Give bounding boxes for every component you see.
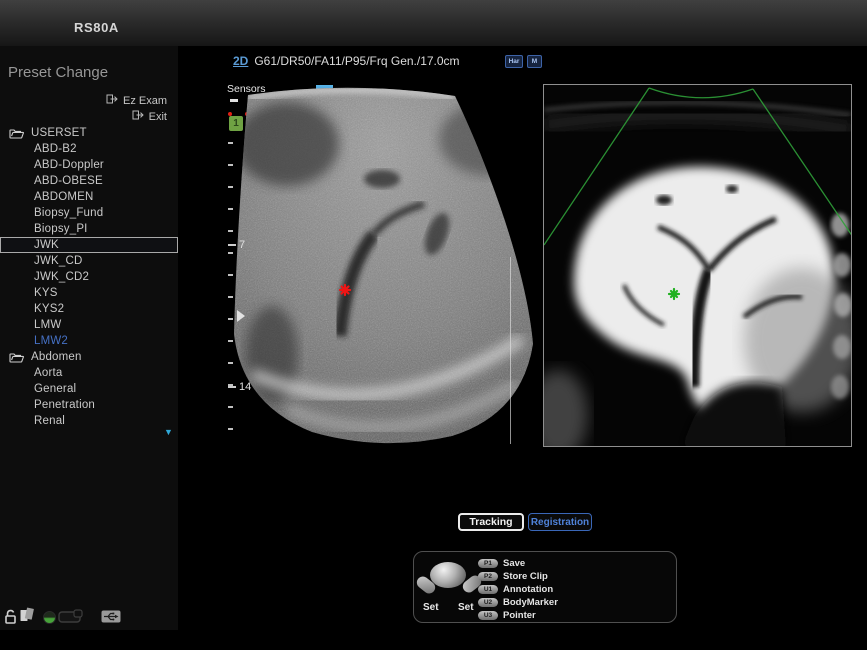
page-title: Preset Change	[8, 64, 108, 81]
softkey-row-save: P1 Save	[478, 558, 558, 568]
hardkey-badge: U1	[478, 585, 498, 594]
mode-2d-label[interactable]: 2D	[233, 54, 248, 68]
preset-item-label: LMW2	[34, 335, 68, 347]
set-left-label: Set	[423, 602, 439, 613]
control-legend-panel: Set Set P1 Save P2 Store Clip U1 Annotation U2…	[413, 551, 677, 623]
softkey-label: Annotation	[503, 584, 553, 595]
preset-item-abd-obese[interactable]: ABD-OBESE	[0, 173, 178, 189]
m-badge-icon: M	[527, 55, 542, 68]
depth-label-14: 14	[228, 381, 251, 393]
preset-item-general[interactable]: General	[0, 381, 178, 397]
sidebar: Preset Change Ez Exam Exit USERSET ABD-B2…	[0, 46, 178, 630]
system-model-title: RS80A	[74, 20, 119, 35]
preset-item-label: ABD-B2	[34, 143, 77, 155]
exit-label: Exit	[149, 111, 167, 123]
preset-tree: USERSET ABD-B2 ABD-Doppler ABD-OBESE ABDOMEN…	[0, 125, 178, 429]
reference-scan-line	[510, 257, 511, 444]
preset-item-label: JWK_CD2	[34, 271, 89, 283]
parameter-string: G61/DR50/FA11/P95/Frq Gen./17.0cm	[254, 54, 459, 68]
depth-label-7: 7	[228, 239, 245, 251]
mri-image[interactable]	[544, 85, 851, 446]
depth-ruler	[228, 142, 233, 438]
preset-item-label: KYS	[34, 287, 58, 299]
folder-icon	[9, 352, 24, 363]
ez-exam-label: Ez Exam	[123, 95, 167, 107]
hardkey-badge: U2	[478, 598, 498, 607]
preset-item-userset[interactable]: USERSET	[0, 125, 178, 141]
preset-item-renal[interactable]: Renal	[0, 413, 178, 429]
preset-item-label: ABD-Doppler	[34, 159, 104, 171]
preset-item-label: Abdomen	[31, 351, 82, 363]
preset-item-label: Renal	[34, 415, 65, 427]
softkey-row-store-clip: P2 Store Clip	[478, 571, 558, 581]
preset-item-label: Biopsy_Fund	[34, 207, 103, 219]
preset-item-jwk[interactable]: JWK	[0, 237, 178, 253]
top-bar: RS80A	[0, 0, 867, 46]
folder-icon	[9, 128, 24, 139]
softkey-label: Pointer	[503, 610, 536, 621]
softkey-row-pointer: U3 Pointer	[478, 610, 558, 620]
preset-item-biopsy-pi[interactable]: Biopsy_PI	[0, 221, 178, 237]
media-device-icon[interactable]	[58, 609, 83, 624]
softkey-list: P1 Save P2 Store Clip U1 Annotation U2 BodyMark…	[478, 558, 558, 623]
preset-item-lmw2[interactable]: LMW2	[0, 333, 178, 349]
exit-arrow-icon	[106, 94, 118, 107]
tab-tracking[interactable]: Tracking	[458, 513, 524, 531]
power-led	[43, 611, 56, 624]
trackball-icon	[430, 562, 466, 588]
preset-item-penetration[interactable]: Penetration	[0, 397, 178, 413]
tracking-target-marker-green	[669, 289, 679, 299]
unlock-icon[interactable]	[4, 608, 19, 625]
scroll-down-indicator[interactable]: ▼	[164, 427, 173, 437]
preset-item-biopsy-fund[interactable]: Biopsy_Fund	[0, 205, 178, 221]
preset-item-label: KYS2	[34, 303, 64, 315]
softkey-label: BodyMarker	[503, 597, 558, 608]
preset-item-jwk-cd2[interactable]: JWK_CD2	[0, 269, 178, 285]
preset-item-abd-b2[interactable]: ABD-B2	[0, 141, 178, 157]
focus-marker-icon	[237, 310, 245, 322]
preset-item-label: ABD-OBESE	[34, 175, 103, 187]
preset-item-lmw[interactable]: LMW	[0, 317, 178, 333]
imaging-parameters: 2D G61/DR50/FA11/P95/Frq Gen./17.0cm	[233, 54, 460, 68]
softkey-row-bodymarker: U2 BodyMarker	[478, 597, 558, 607]
preset-item-label: ABDOMEN	[34, 191, 94, 203]
hardkey-badge: P1	[478, 559, 498, 568]
exit-button[interactable]: Exit	[132, 110, 167, 123]
preset-item-label: Penetration	[34, 399, 95, 411]
preset-item-label: USERSET	[31, 127, 87, 139]
hardkey-badge: P2	[478, 572, 498, 581]
softkey-label: Save	[503, 558, 525, 569]
preset-item-aorta[interactable]: Aorta	[0, 365, 178, 381]
preset-item-label: Biopsy_PI	[34, 223, 88, 235]
ultrasound-image[interactable]	[232, 84, 537, 446]
preset-item-kys2[interactable]: KYS2	[0, 301, 178, 317]
preset-item-label: General	[34, 383, 76, 395]
ez-exam-button[interactable]: Ez Exam	[106, 94, 167, 107]
preset-item-label: JWK_CD	[34, 255, 82, 267]
preset-item-abd-doppler[interactable]: ABD-Doppler	[0, 157, 178, 173]
mri-panel[interactable]	[543, 84, 852, 447]
exit-arrow-icon	[132, 110, 144, 123]
ultrasound-panel[interactable]	[232, 84, 537, 446]
preset-item-kys[interactable]: KYS	[0, 285, 178, 301]
preset-item-label: JWK	[34, 239, 59, 251]
softkey-label: Store Clip	[503, 571, 548, 582]
ultrasound-system-screen: RS80A Preset Change Ez Exam Exit USERSET…	[0, 0, 867, 650]
softkey-row-annotation: U1 Annotation	[478, 584, 558, 594]
documents-icon[interactable]	[19, 607, 36, 623]
tracking-target-marker-red	[340, 285, 350, 295]
preset-item-abdomen[interactable]: ABDOMEN	[0, 189, 178, 205]
harmonic-badge-icon: Har	[505, 55, 523, 68]
hardkey-badge: U3	[478, 611, 498, 620]
preset-item-label: LMW	[34, 319, 61, 331]
preset-item-abdomen[interactable]: Abdomen	[0, 349, 178, 365]
preset-item-label: Aorta	[34, 367, 63, 379]
usb-icon[interactable]	[101, 610, 121, 623]
set-right-label: Set	[458, 602, 474, 613]
tab-registration[interactable]: Registration	[528, 513, 592, 531]
preset-item-jwk-cd[interactable]: JWK_CD	[0, 253, 178, 269]
